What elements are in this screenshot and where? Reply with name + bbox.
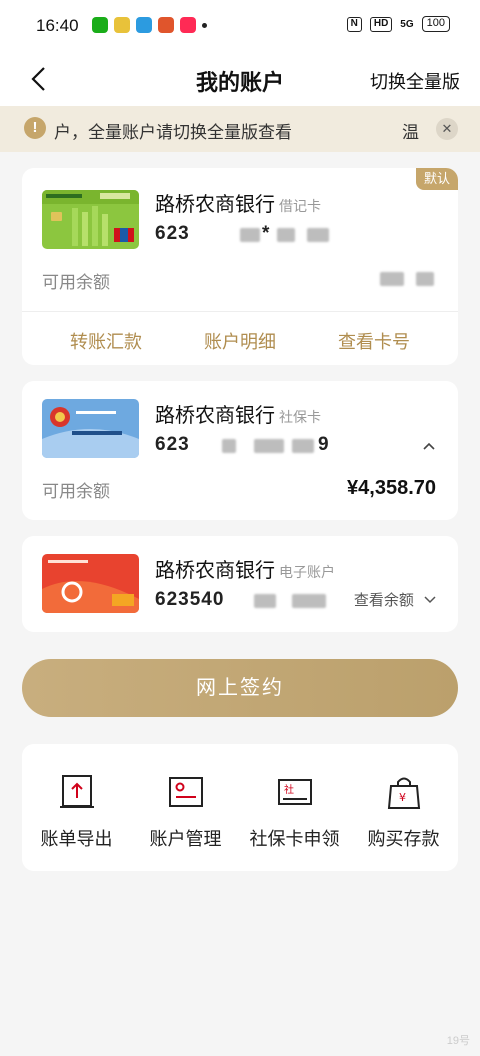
- balance-label: 可用余额: [42, 482, 110, 501]
- masked-digits: [292, 439, 314, 453]
- social-card-icon: 社: [278, 779, 312, 805]
- bank-name: 路桥农商银行 社保卡: [155, 399, 321, 428]
- export-icon: [60, 775, 94, 808]
- svg-text:社: 社: [284, 783, 294, 796]
- masked-digits: [292, 594, 326, 608]
- shopping-bag-icon: ¥: [387, 777, 421, 809]
- card-number: 623: [155, 434, 190, 456]
- watermark: 19号: [446, 1035, 470, 1047]
- switch-full-version-button[interactable]: 切换全量版: [370, 68, 460, 94]
- balance-amount: ¥4,358.70: [347, 477, 436, 499]
- tool-label: 社保卡申领: [249, 829, 340, 849]
- notice-text-tail: 温: [402, 123, 419, 142]
- notice-text: 户，全量账户请切换全量版查看: [54, 123, 292, 142]
- view-balance-toggle[interactable]: 查看余额: [354, 589, 436, 610]
- social-security-card-image: [42, 399, 139, 458]
- browser-icon: [136, 17, 152, 33]
- account-card-debit[interactable]: 默认 路桥农商银行 借记卡 623 * 可用余额 转账汇款 账户明细 查看卡号: [22, 168, 458, 365]
- view-card-number-button[interactable]: 查看卡号: [338, 328, 410, 354]
- card-type: 电子账户: [279, 564, 335, 580]
- quick-tools: 账单导出 账户管理 社 社保卡申领 ¥ 购买存款: [22, 744, 458, 871]
- tool-label: 账单导出: [40, 829, 113, 849]
- masked-digits: [254, 439, 284, 453]
- account-manage-button[interactable]: 账户管理: [131, 744, 240, 871]
- status-indicators: N HD 5G 100: [346, 16, 450, 32]
- account-card-electronic[interactable]: 路桥农商银行 电子账户 623540 查看余额: [22, 536, 458, 632]
- card-number-mask: *: [262, 223, 270, 244]
- debit-card-image: [42, 190, 139, 249]
- bank-name-text: 路桥农商银行: [155, 405, 275, 427]
- masked-digits: [240, 228, 260, 242]
- battery-icon: 100: [421, 16, 450, 32]
- signal-icon: 5G: [400, 18, 414, 30]
- balance-label: 可用余额: [42, 273, 110, 292]
- transfer-button[interactable]: 转账汇款: [70, 328, 142, 354]
- hd-icon: HD: [369, 16, 393, 32]
- wallet-icon: [114, 17, 130, 33]
- card-number-prefix: 623540: [155, 589, 225, 610]
- view-balance-label: 查看余额: [353, 592, 414, 609]
- buy-deposit-button[interactable]: ¥ 购买存款: [349, 744, 458, 871]
- header: 我的账户 切换全量版: [0, 52, 480, 106]
- chevron-down-icon: [424, 596, 436, 604]
- more-dot-icon: [202, 22, 207, 28]
- card-number-prefix: 623: [155, 434, 190, 455]
- close-icon[interactable]: ✕: [436, 118, 458, 140]
- social-card-apply-button[interactable]: 社 社保卡申领: [240, 744, 349, 871]
- masked-digits: [307, 228, 329, 242]
- status-time: 16:40: [36, 16, 79, 35]
- bank-name-text: 路桥农商银行: [155, 194, 275, 216]
- bank-name: 路桥农商银行 借记卡: [155, 188, 321, 217]
- card-number: 623540: [155, 589, 224, 611]
- account-card-social[interactable]: 路桥农商银行 社保卡 623 9 可用余额 ¥4,358.70: [22, 381, 458, 520]
- account-manage-icon: [169, 777, 203, 807]
- status-bar: 16:40 N HD 5G 100: [0, 0, 480, 52]
- default-badge: 默认: [416, 168, 458, 190]
- nfc-icon: N: [346, 16, 362, 32]
- electronic-card-image: [42, 554, 139, 613]
- tool-label: 账户管理: [149, 829, 222, 849]
- card-type: 借记卡: [279, 198, 321, 214]
- masked-balance: [416, 272, 434, 286]
- divider: [22, 311, 458, 312]
- bank-name: 路桥农商银行 电子账户: [155, 554, 335, 583]
- notice-bar: ! 户，全量账户请切换全量版查看 温 ✕: [0, 106, 480, 152]
- online-signing-button[interactable]: 网上签约: [22, 659, 458, 717]
- card-number-suffix: 9: [318, 434, 329, 455]
- taobao-icon: [158, 17, 174, 33]
- account-details-button[interactable]: 账户明细: [204, 328, 276, 354]
- masked-digits: [222, 439, 236, 453]
- info-icon: !: [24, 117, 46, 139]
- masked-digits: [277, 228, 295, 242]
- masked-digits: [254, 594, 276, 608]
- card-number: 623: [155, 223, 190, 245]
- card-type: 社保卡: [279, 409, 321, 425]
- status-app-icons: [92, 17, 207, 33]
- chevron-up-icon[interactable]: [422, 439, 436, 453]
- bank-name-text: 路桥农商银行: [155, 560, 275, 582]
- xiaohongshu-icon: [180, 17, 196, 33]
- bill-export-button[interactable]: 账单导出: [22, 744, 131, 871]
- svg-text:¥: ¥: [399, 791, 406, 804]
- masked-balance: [380, 272, 404, 286]
- tool-label: 购买存款: [367, 829, 440, 849]
- card-number-prefix: 623: [155, 223, 190, 244]
- wechat-icon: [92, 17, 108, 33]
